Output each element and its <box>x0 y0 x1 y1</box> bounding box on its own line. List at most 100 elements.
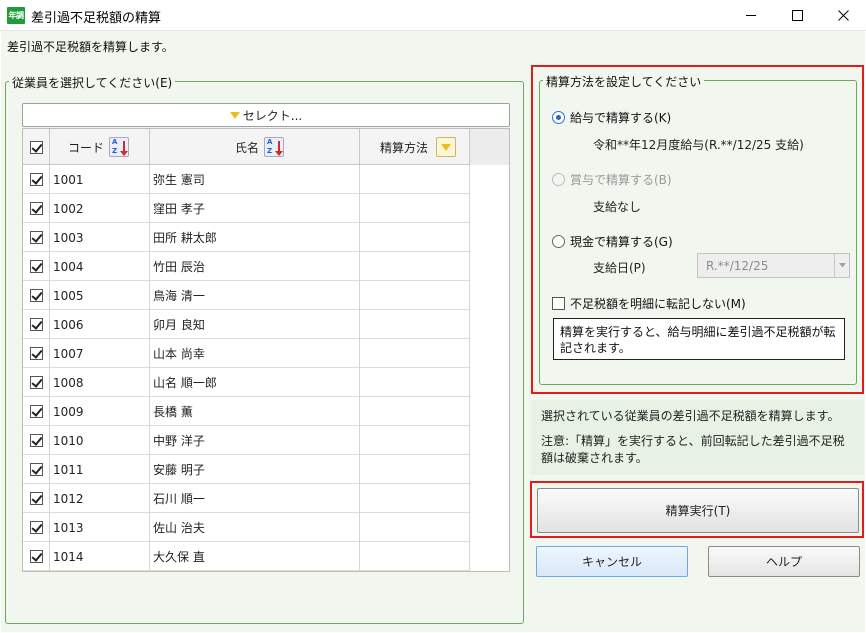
row-code: 1003 <box>50 223 150 252</box>
table-row[interactable]: 1010 中野 洋子 <box>23 426 509 455</box>
row-checkbox-cell <box>23 165 50 194</box>
row-checkbox[interactable] <box>30 521 43 534</box>
row-checkbox[interactable] <box>30 463 43 476</box>
execute-button[interactable]: 精算実行(T) <box>537 488 859 533</box>
row-checkbox[interactable] <box>30 202 43 215</box>
table-row[interactable]: 1003 田所 耕太郎 <box>23 223 509 252</box>
cash-option[interactable]: 現金で精算する(G) <box>552 233 673 250</box>
row-code: 1005 <box>50 281 150 310</box>
row-spacer <box>470 281 509 310</box>
row-checkbox-cell <box>23 397 50 426</box>
no-transfer-option[interactable]: 不足税額を明細に転記しない(M) <box>552 295 746 312</box>
row-name: 山名 順一郎 <box>150 368 360 397</box>
row-name: 大久保 直 <box>150 542 360 571</box>
chevron-down-icon[interactable] <box>834 254 849 277</box>
row-checkbox[interactable] <box>30 289 43 302</box>
table-row[interactable]: 1001 弥生 憲司 <box>23 165 509 194</box>
salary-option-label: 給与で精算する(K) <box>570 111 672 125</box>
table-row[interactable]: 1012 石川 順一 <box>23 484 509 513</box>
table-row[interactable]: 1014 大久保 直 <box>23 542 509 571</box>
select-button[interactable]: セレクト... <box>22 103 510 127</box>
header-code[interactable]: コード AZ <box>50 129 150 165</box>
row-spacer <box>470 310 509 339</box>
header-name-label: 氏名 <box>234 140 259 155</box>
row-method <box>360 542 470 571</box>
salary-option[interactable]: 給与で精算する(K) <box>552 109 671 126</box>
salary-radio[interactable] <box>552 111 565 124</box>
row-method <box>360 368 470 397</box>
sort-icon[interactable]: AZ <box>109 137 129 157</box>
header-name[interactable]: 氏名 AZ <box>150 129 360 165</box>
table-row[interactable]: 1009 長橋 薫 <box>23 397 509 426</box>
no-transfer-checkbox[interactable] <box>552 297 565 310</box>
info-line-1: 選択されている従業員の差引過不足税額を精算します。 <box>541 409 840 423</box>
row-name: 石川 順一 <box>150 484 360 513</box>
row-method <box>360 281 470 310</box>
maximize-button[interactable] <box>774 0 820 31</box>
cash-radio[interactable] <box>552 235 565 248</box>
sort-icon[interactable]: AZ <box>264 137 284 157</box>
settings-group-title: 精算方法を設定してください <box>543 73 705 90</box>
row-code: 1008 <box>50 368 150 397</box>
table-row[interactable]: 1004 竹田 辰治 <box>23 252 509 281</box>
app-icon: 年調 <box>7 7 25 24</box>
row-name: 佐山 治夫 <box>150 513 360 542</box>
row-method <box>360 397 470 426</box>
row-checkbox[interactable] <box>30 405 43 418</box>
row-checkbox[interactable] <box>30 550 43 563</box>
row-checkbox[interactable] <box>30 260 43 273</box>
row-checkbox[interactable] <box>30 492 43 505</box>
row-name: 竹田 辰治 <box>150 252 360 281</box>
cash-option-label: 現金で精算する(G) <box>570 235 673 249</box>
row-name: 長橋 薫 <box>150 397 360 426</box>
header-code-label: コード <box>67 140 104 155</box>
row-checkbox[interactable] <box>30 231 43 244</box>
payday-label: 支給日(P) <box>593 261 646 275</box>
select-all-checkbox[interactable] <box>30 140 43 154</box>
salary-detail: 令和**年12月度給与(R.**/12/25 支給) <box>593 138 804 152</box>
row-checkbox[interactable] <box>30 347 43 360</box>
close-button[interactable] <box>820 0 866 31</box>
row-checkbox-cell <box>23 223 50 252</box>
payday-combo[interactable]: R.**/12/25 <box>697 253 850 278</box>
row-spacer <box>470 397 509 426</box>
row-checkbox-cell <box>23 194 50 223</box>
cancel-button[interactable]: キャンセル <box>536 546 688 577</box>
table-row[interactable]: 1007 山本 尚幸 <box>23 339 509 368</box>
row-spacer <box>470 252 509 281</box>
row-method <box>360 455 470 484</box>
header-method-label: 精算方法 <box>379 140 428 155</box>
bonus-detail: 支給なし <box>593 200 642 214</box>
minimize-button[interactable] <box>728 0 774 31</box>
row-name: 窪田 孝子 <box>150 194 360 223</box>
table-row[interactable]: 1006 卯月 良知 <box>23 310 509 339</box>
table-row[interactable]: 1005 鳥海 清一 <box>23 281 509 310</box>
row-method <box>360 339 470 368</box>
row-checkbox[interactable] <box>30 376 43 389</box>
bonus-option[interactable]: 賞与で精算する(B) <box>552 171 672 188</box>
table-row[interactable]: 1002 窪田 孝子 <box>23 194 509 223</box>
bonus-option-label: 賞与で精算する(B) <box>570 173 672 187</box>
row-name: 田所 耕太郎 <box>150 223 360 252</box>
row-checkbox-cell <box>23 252 50 281</box>
row-checkbox[interactable] <box>30 434 43 447</box>
row-spacer <box>470 484 509 513</box>
row-spacer <box>470 513 509 542</box>
header-method[interactable]: 精算方法 <box>360 129 470 165</box>
row-checkbox[interactable] <box>30 318 43 331</box>
row-spacer <box>470 165 509 194</box>
row-checkbox[interactable] <box>30 173 43 186</box>
table-row[interactable]: 1013 佐山 治夫 <box>23 513 509 542</box>
filter-icon[interactable] <box>436 137 456 157</box>
row-spacer <box>470 426 509 455</box>
bonus-radio[interactable] <box>552 173 565 186</box>
table-row[interactable]: 1008 山名 順一郎 <box>23 368 509 397</box>
table-row[interactable]: 1011 安藤 明子 <box>23 455 509 484</box>
info-line-2: 注意:「精算」を実行すると、前回転記した差引過不足税額は破棄されます。 <box>541 434 845 465</box>
header-spacer <box>470 129 509 165</box>
employee-table: コード AZ 氏名 AZ 精算方法 1001 弥生 憲司 1002 窪田 孝子 1003… <box>22 128 510 572</box>
help-button[interactable]: ヘルプ <box>708 546 860 577</box>
minimize-icon <box>745 15 756 16</box>
row-name: 安藤 明子 <box>150 455 360 484</box>
row-checkbox-cell <box>23 368 50 397</box>
